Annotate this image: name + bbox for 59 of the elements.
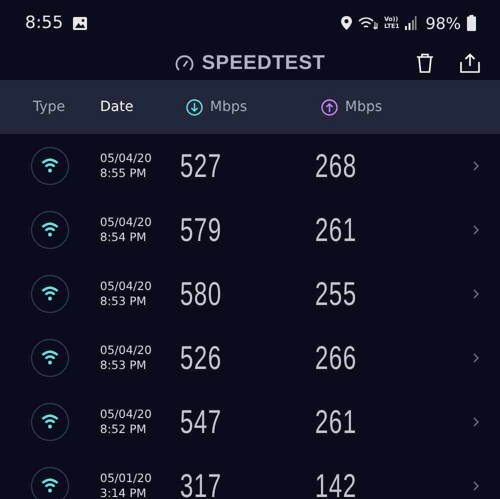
column-header: Mbps (345, 99, 382, 115)
test-time: 8:54 PM (100, 230, 148, 245)
test-time: 8:53 PM (100, 358, 148, 373)
wifi-icon (358, 16, 378, 30)
wifi-icon (30, 466, 70, 499)
download-speed: 317 (180, 467, 223, 499)
result-row[interactable]: 05/01/20 3:14 PM 317 142 (0, 454, 500, 499)
result-row[interactable]: 05/04/20 8:53 PM 580 255 (0, 262, 500, 326)
download-speed: 579 (180, 211, 223, 249)
download-icon (186, 98, 203, 116)
test-date: 05/04/20 (100, 151, 153, 166)
upload-icon (321, 98, 338, 116)
column-header: Date (100, 99, 134, 115)
upload-speed: 266 (315, 339, 358, 377)
result-row[interactable]: 05/04/20 8:53 PM 526 266 (0, 326, 500, 390)
upload-speed: 268 (315, 147, 358, 185)
wifi-icon (30, 146, 70, 186)
test-time: 3:14 PM (100, 486, 148, 499)
location-icon (341, 16, 352, 30)
gauge-icon (174, 54, 194, 72)
wifi-icon (30, 210, 70, 250)
delete-button[interactable] (414, 51, 436, 75)
download-speed: 547 (180, 403, 223, 441)
chevron-icon (473, 161, 479, 171)
chevron-icon (473, 481, 479, 491)
signal-icon (405, 16, 418, 30)
test-date: 05/01/20 (100, 471, 153, 486)
download-speed: 526 (180, 339, 223, 377)
upload-speed: 255 (315, 275, 358, 313)
wifi-icon (30, 338, 70, 378)
test-time: 8:53 PM (100, 294, 148, 309)
chevron-icon (473, 225, 479, 235)
test-date: 05/04/20 (100, 279, 153, 294)
test-time: 8:55 PM (100, 166, 148, 181)
upload-speed: 142 (315, 467, 358, 499)
test-date: 05/04/20 (100, 343, 153, 358)
upload-speed: 261 (315, 211, 358, 249)
chevron-icon (473, 417, 479, 427)
chevron-icon (473, 353, 479, 363)
share-button[interactable] (458, 51, 482, 75)
battery-percent: 98% (425, 14, 461, 32)
result-row[interactable]: 05/04/20 8:52 PM 547 261 (0, 390, 500, 454)
chevron-icon (473, 289, 479, 299)
download-speed: 580 (180, 275, 223, 313)
column-header: Mbps (210, 99, 248, 115)
image-icon (73, 16, 88, 30)
status-time: 8:55 (25, 13, 64, 33)
battery-icon (467, 15, 476, 31)
wifi-icon (30, 274, 70, 314)
result-row[interactable]: 05/04/20 8:54 PM 579 261 (0, 198, 500, 262)
test-date: 05/04/20 (100, 215, 153, 230)
test-time: 8:52 PM (100, 422, 148, 437)
test-date: 05/04/20 (100, 407, 153, 422)
upload-speed: 261 (315, 403, 358, 441)
result-row[interactable]: 05/04/20 8:55 PM 527 268 (0, 134, 500, 198)
column-header: Type (33, 99, 66, 115)
download-speed: 527 (180, 147, 223, 185)
app-title: SPEEDTEST (202, 52, 326, 74)
wifi-icon (30, 402, 70, 442)
